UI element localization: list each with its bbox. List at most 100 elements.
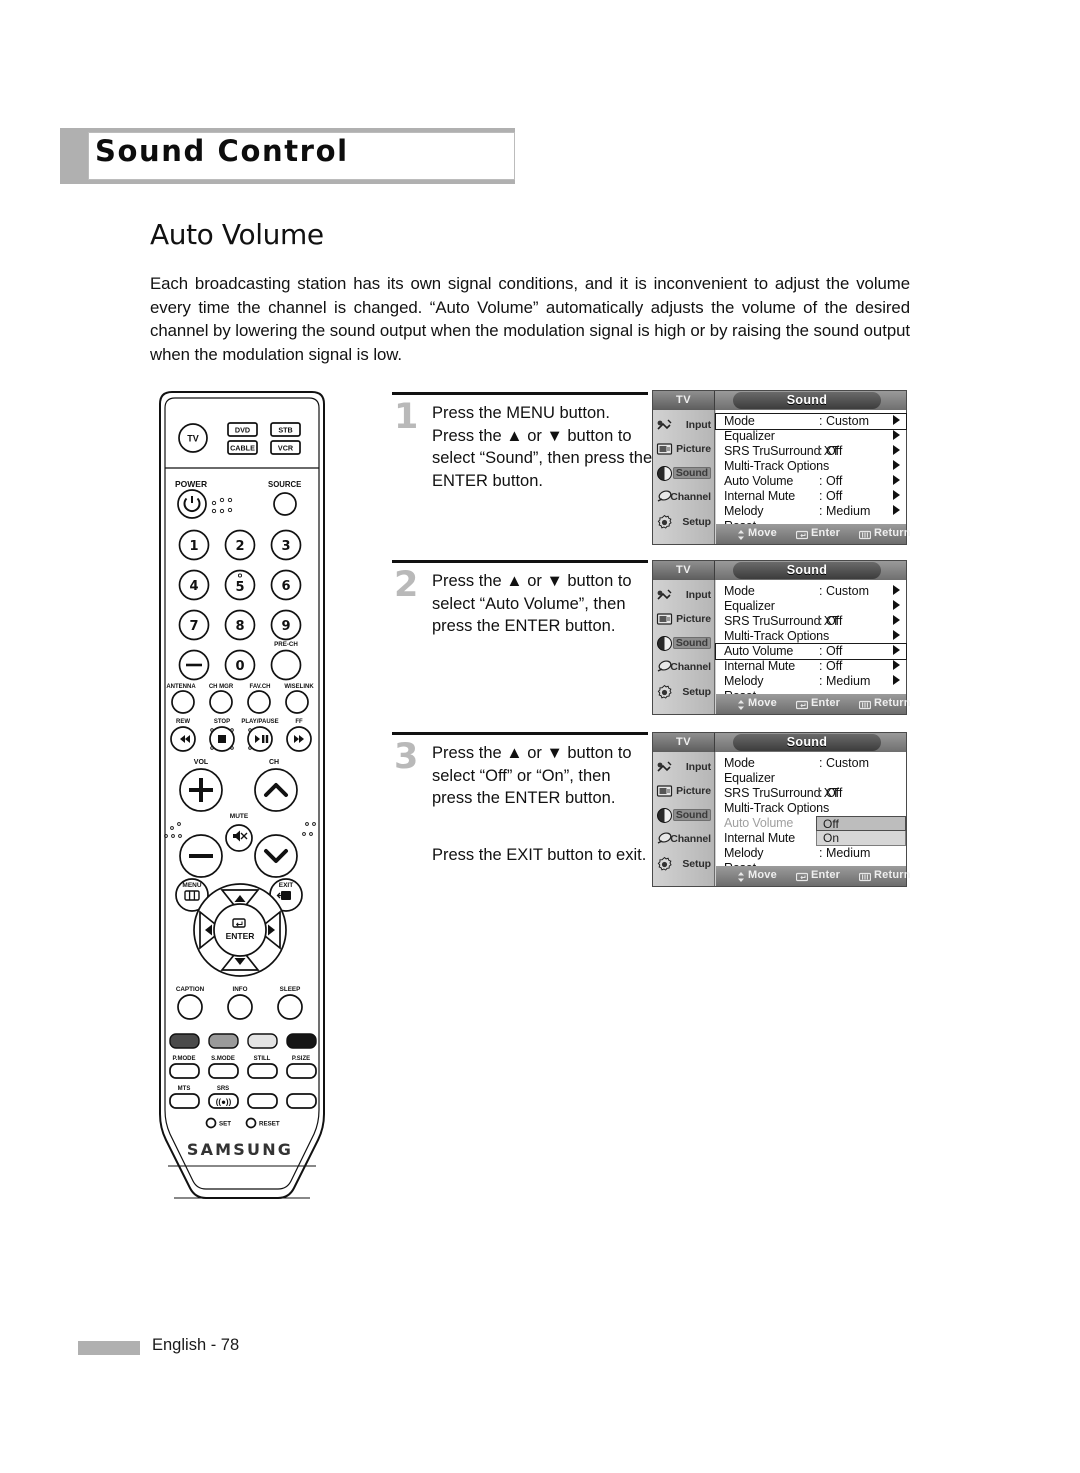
sidebar-item-input[interactable]: Input [653,584,715,608]
menu-item-label: Internal Mute [724,831,796,845]
svg-text:REW: REW [176,719,190,725]
sidebar-item-setup[interactable]: Setup [653,681,715,705]
dropdown-option-on[interactable]: On [816,831,906,846]
sidebar-item-sound[interactable]: Sound [653,632,715,656]
menu-item-multi-track-options[interactable]: Multi-Track Options [716,629,906,644]
help-label-move: Move [748,527,777,539]
sidebar-item-channel[interactable]: Channel [653,828,715,852]
menu-item-multi-track-options[interactable]: Multi-Track Options [716,459,906,474]
svg-text:STB: STB [278,426,292,435]
sound-icon [656,635,673,652]
sidebar-item-label: Picture [676,785,711,797]
svg-text:CH MGR: CH MGR [209,684,234,690]
svg-text:VOL: VOL [194,759,209,766]
osd-source-label: TV [653,733,715,752]
sidebar-item-label: Sound [672,637,711,649]
step-number: 3 [394,737,419,777]
sidebar-item-label: Channel [670,833,711,845]
menu-item-mode[interactable]: Mode : Custom [716,584,906,599]
svg-text:STILL: STILL [254,1056,271,1062]
menu-item-mode[interactable]: Mode : Custom [715,413,907,430]
menu-item-value: : Off [819,489,843,503]
sidebar-item-input[interactable]: Input [653,414,715,438]
return-key-icon [858,870,872,882]
sidebar-item-sound[interactable]: Sound [653,462,715,486]
menu-item-equalizer[interactable]: Equalizer [716,771,906,786]
menu-item-srs-trusurround-xt[interactable]: SRS TruSurround XT : Off [716,444,906,459]
menu-item-srs-trusurround-xt[interactable]: SRS TruSurround XT : Off [716,614,906,629]
osd-panel-1: TV Sound Input Picture Sound Channel Set… [652,390,910,545]
menu-item-label: Mode [724,756,755,770]
chevron-right-icon [893,585,900,595]
sidebar-item-label: Sound [672,809,711,821]
menu-item-mode[interactable]: Mode : Custom [716,756,906,771]
updown-arrows-icon [735,870,747,882]
chevron-right-icon [893,415,900,425]
menu-item-value: : Off [819,614,843,628]
menu-item-label: Equalizer [724,429,775,443]
sidebar-item-channel[interactable]: Channel [653,656,715,680]
help-label-enter: Enter [811,869,841,881]
osd-title: Sound [733,734,881,751]
menu-item-label: Mode [724,584,755,598]
sidebar-item-picture[interactable]: Picture [653,780,715,804]
step-divider [392,732,648,735]
menu-item-internal-mute[interactable]: Internal Mute : Off [716,489,906,504]
return-key-icon [858,698,872,710]
sidebar-item-setup[interactable]: Setup [653,511,715,535]
input-icon [656,759,673,776]
svg-text:WISELINK: WISELINK [284,684,314,690]
menu-item-value: : Off [819,644,843,658]
svg-text:SAMSUNG: SAMSUNG [187,1140,293,1159]
osd-panel-3: TV Sound Input Picture Sound Channel Set… [652,732,910,887]
menu-item-label: Auto Volume [724,474,794,488]
menu-item-equalizer[interactable]: Equalizer [716,599,906,614]
menu-item-auto-volume[interactable]: Auto Volume : Off [715,643,907,660]
sidebar-item-label: Channel [670,491,711,503]
sound-icon [656,465,673,482]
picture-icon [656,611,673,628]
chevron-right-icon [893,460,900,470]
sidebar-item-picture[interactable]: Picture [653,608,715,632]
section-title: Auto Volume [150,218,324,251]
sidebar-item-picture[interactable]: Picture [653,438,715,462]
osd-panel-2: TV Sound Input Picture Sound Channel Set… [652,560,910,715]
svg-text:3: 3 [281,539,290,554]
svg-text:MUTE: MUTE [230,813,249,820]
dropdown-option-off[interactable]: Off [816,816,906,831]
menu-item-melody[interactable]: Melody : Medium [716,846,906,861]
menu-item-multi-track-options[interactable]: Multi-Track Options [716,801,906,816]
chevron-right-icon [893,475,900,485]
svg-text:CH: CH [269,759,279,766]
sidebar-item-input[interactable]: Input [653,756,715,780]
sidebar-item-sound[interactable]: Sound [653,804,715,828]
enter-key-icon [795,528,809,540]
svg-text:8: 8 [235,619,244,634]
svg-text:0: 0 [235,659,244,674]
svg-text:RESET: RESET [259,1121,280,1128]
menu-item-label: Melody [724,504,764,518]
menu-item-auto-volume[interactable]: Auto Volume : Off [716,474,906,489]
svg-text:ANTENNA: ANTENNA [166,684,196,690]
osd-title: Sound [733,562,881,579]
remote-control-diagram: .bd { fill:none; stroke:#111; stroke-wid… [152,390,332,1230]
sidebar-item-label: Input [685,589,711,601]
menu-item-internal-mute[interactable]: Internal Mute : Off [716,659,906,674]
step-divider [392,560,648,563]
svg-text:SET: SET [219,1121,231,1128]
menu-item-melody[interactable]: Melody : Medium [716,504,906,519]
svg-text:9: 9 [281,619,290,634]
menu-item-melody[interactable]: Melody : Medium [716,674,906,689]
svg-text:EXIT: EXIT [279,882,293,889]
help-label-move: Move [748,697,777,709]
menu-item-equalizer[interactable]: Equalizer [716,429,906,444]
svg-text:VCR: VCR [278,444,294,453]
help-label-return: Return [874,869,911,881]
sidebar-item-channel[interactable]: Channel [653,486,715,510]
menu-item-srs-trusurround-xt[interactable]: SRS TruSurround XT : Off [716,786,906,801]
step-divider [392,392,648,395]
chevron-right-icon [893,600,900,610]
osd-help-bar: Move Enter Return [716,694,910,714]
osd-sidebar: Input Picture Sound Channel Setup [653,410,715,544]
sidebar-item-setup[interactable]: Setup [653,853,715,877]
